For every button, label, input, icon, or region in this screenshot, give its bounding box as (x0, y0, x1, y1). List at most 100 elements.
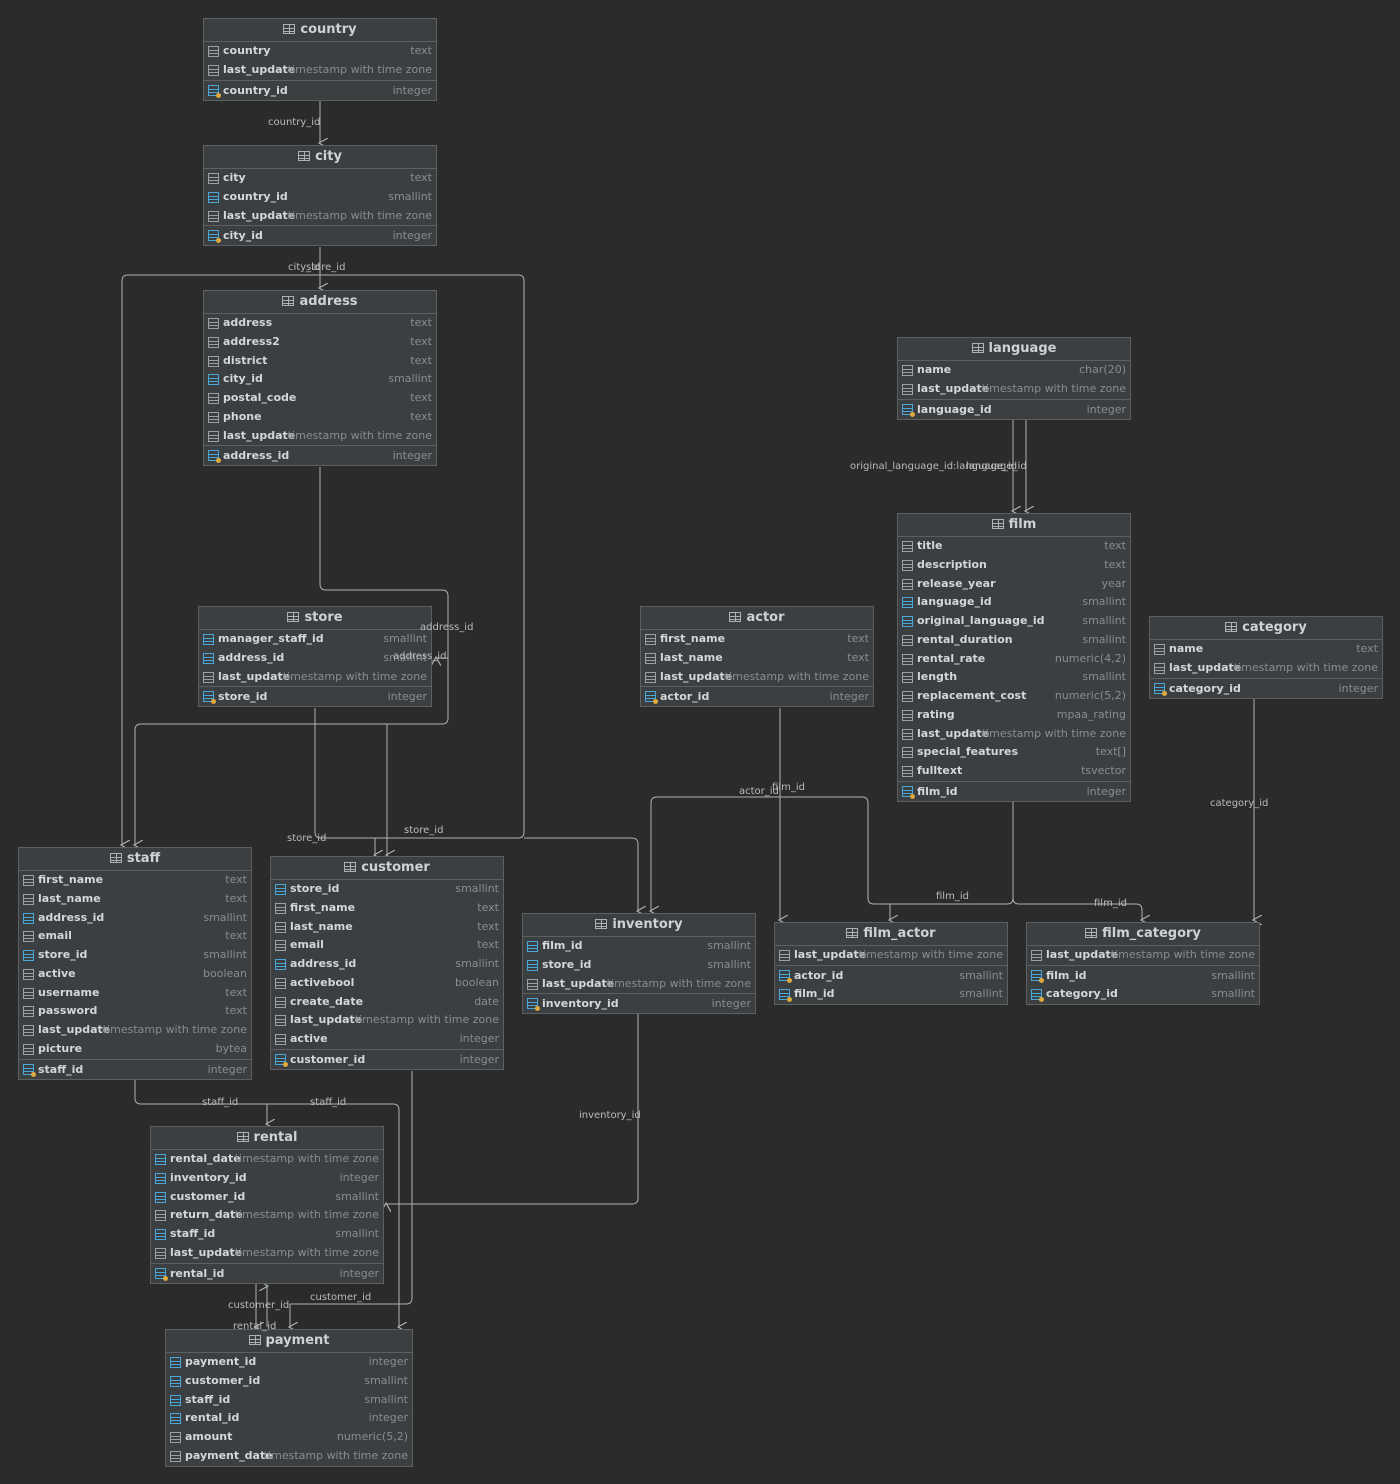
column-row[interactable]: staff_id smallint (151, 1225, 383, 1244)
column-row[interactable]: first_name text (19, 871, 251, 890)
column-row[interactable]: country_id smallint (204, 188, 436, 207)
table-header[interactable]: rental (151, 1127, 383, 1150)
column-row[interactable]: rental_date timestamp with time zone (151, 1150, 383, 1169)
column-row[interactable]: activebool boolean (271, 974, 503, 993)
table-header[interactable]: film_category (1027, 923, 1259, 946)
column-row[interactable]: last_name text (19, 890, 251, 909)
column-row[interactable]: last_update timestamp with time zone (641, 668, 873, 687)
column-row[interactable]: first_name text (641, 630, 873, 649)
primary-key-row[interactable]: address_id integer (204, 445, 436, 465)
table-film-category[interactable]: film_category last_update timestamp with t… (1026, 922, 1260, 1005)
column-row[interactable]: description text (898, 556, 1130, 575)
primary-key-row[interactable]: film_id smallint (1027, 964, 1259, 985)
column-row[interactable]: last_update timestamp with time zone (271, 1011, 503, 1030)
column-row[interactable]: create_date date (271, 993, 503, 1012)
column-row[interactable]: store_id smallint (271, 880, 503, 899)
column-row[interactable]: email text (271, 936, 503, 955)
primary-key-row[interactable]: category_id smallint (1027, 985, 1259, 1004)
column-row[interactable]: name text (1150, 640, 1382, 659)
column-row[interactable]: last_update timestamp with time zone (1150, 659, 1382, 678)
column-row[interactable]: manager_staff_id smallint (199, 630, 431, 649)
table-film[interactable]: film title text description text release_year… (897, 513, 1131, 802)
column-row[interactable]: postal_code text (204, 389, 436, 408)
column-row[interactable]: fulltext tsvector (898, 762, 1130, 781)
column-row[interactable]: rental_rate numeric(4,2) (898, 650, 1130, 669)
column-row[interactable]: last_update timestamp with time zone (898, 725, 1130, 744)
table-header[interactable]: language (898, 338, 1130, 361)
column-row[interactable]: address text (204, 314, 436, 333)
column-row[interactable]: address_id smallint (271, 955, 503, 974)
column-row[interactable]: picture bytea (19, 1040, 251, 1059)
table-header[interactable]: film_actor (775, 923, 1007, 946)
primary-key-row[interactable]: actor_id smallint (775, 964, 1007, 985)
table-header[interactable]: inventory (523, 914, 755, 937)
column-row[interactable]: film_id smallint (523, 937, 755, 956)
primary-key-row[interactable]: customer_id integer (271, 1048, 503, 1069)
column-row[interactable]: last_update timestamp with time zone (1027, 946, 1259, 965)
column-row[interactable]: title text (898, 537, 1130, 556)
table-film-actor[interactable]: film_actor last_update timestamp with time… (774, 922, 1008, 1005)
column-row[interactable]: password text (19, 1002, 251, 1021)
table-customer[interactable]: customer store_id smallint first_name text la… (270, 856, 504, 1070)
column-row[interactable]: phone text (204, 408, 436, 427)
table-actor[interactable]: actor first_name text last_name text last_upd… (640, 606, 874, 708)
table-address[interactable]: address address text address2 text district te… (203, 290, 437, 467)
column-row[interactable]: rating mpaa_rating (898, 706, 1130, 725)
column-row[interactable]: last_update timestamp with time zone (775, 946, 1007, 965)
column-row[interactable]: last_update timestamp with time zone (151, 1244, 383, 1263)
column-row[interactable]: country text (204, 42, 436, 61)
column-row[interactable]: address2 text (204, 333, 436, 352)
primary-key-row[interactable]: rental_id integer (151, 1262, 383, 1283)
column-row[interactable]: last_update timestamp with time zone (199, 668, 431, 687)
table-header[interactable]: customer (271, 857, 503, 880)
column-row[interactable]: last_update timestamp with time zone (898, 380, 1130, 399)
table-header[interactable]: address (204, 291, 436, 314)
primary-key-row[interactable]: staff_id integer (19, 1058, 251, 1079)
column-row[interactable]: name char(20) (898, 361, 1130, 380)
column-row[interactable]: staff_id smallint (166, 1391, 412, 1410)
column-row[interactable]: city text (204, 169, 436, 188)
table-staff[interactable]: staff first_name text last_name text address_… (18, 847, 252, 1080)
column-row[interactable]: active integer (271, 1030, 503, 1049)
column-row[interactable]: inventory_id integer (151, 1169, 383, 1188)
column-row[interactable]: active boolean (19, 965, 251, 984)
primary-key-row[interactable]: store_id integer (199, 686, 431, 706)
column-row[interactable]: amount numeric(5,2) (166, 1428, 412, 1447)
table-header[interactable]: actor (641, 607, 873, 630)
column-row[interactable]: last_update timestamp with time zone (19, 1021, 251, 1040)
column-row[interactable]: payment_id integer (166, 1353, 412, 1372)
table-header[interactable]: store (199, 607, 431, 630)
table-header[interactable]: category (1150, 617, 1382, 640)
table-header[interactable]: staff (19, 848, 251, 871)
column-row[interactable]: last_name text (271, 918, 503, 937)
column-row[interactable]: username text (19, 984, 251, 1003)
column-row[interactable]: last_update timestamp with time zone (204, 61, 436, 80)
column-row[interactable]: language_id smallint (898, 593, 1130, 612)
table-rental[interactable]: rental rental_date timestamp with time zon… (150, 1126, 384, 1284)
column-row[interactable]: customer_id smallint (151, 1188, 383, 1207)
column-row[interactable]: rental_duration smallint (898, 631, 1130, 650)
primary-key-row[interactable]: country_id integer (204, 79, 436, 100)
table-header[interactable]: payment (166, 1330, 412, 1353)
primary-key-row[interactable]: actor_id integer (641, 686, 873, 706)
column-row[interactable]: city_id smallint (204, 370, 436, 389)
primary-key-row[interactable]: category_id integer (1150, 677, 1382, 698)
column-row[interactable]: rental_id integer (166, 1409, 412, 1428)
column-row[interactable]: original_language_id smallint (898, 612, 1130, 631)
column-row[interactable]: special_features text[] (898, 743, 1130, 762)
primary-key-row[interactable]: city_id integer (204, 225, 436, 245)
column-row[interactable]: customer_id smallint (166, 1372, 412, 1391)
column-row[interactable]: store_id smallint (19, 946, 251, 965)
table-payment[interactable]: payment payment_id integer customer_id small… (165, 1329, 413, 1467)
column-row[interactable]: replacement_cost numeric(5,2) (898, 687, 1130, 706)
column-row[interactable]: last_update timestamp with time zone (523, 975, 755, 994)
column-row[interactable]: address_id smallint (19, 909, 251, 928)
table-header[interactable]: country (204, 19, 436, 42)
column-row[interactable]: return_date timestamp with time zone (151, 1206, 383, 1225)
table-country[interactable]: country country text last_update timestamp w… (203, 18, 437, 101)
column-row[interactable]: length smallint (898, 668, 1130, 687)
table-header[interactable]: film (898, 514, 1130, 537)
column-row[interactable]: store_id smallint (523, 956, 755, 975)
table-category[interactable]: category name text last_update timestamp wit… (1149, 616, 1383, 699)
primary-key-row[interactable]: film_id integer (898, 780, 1130, 801)
